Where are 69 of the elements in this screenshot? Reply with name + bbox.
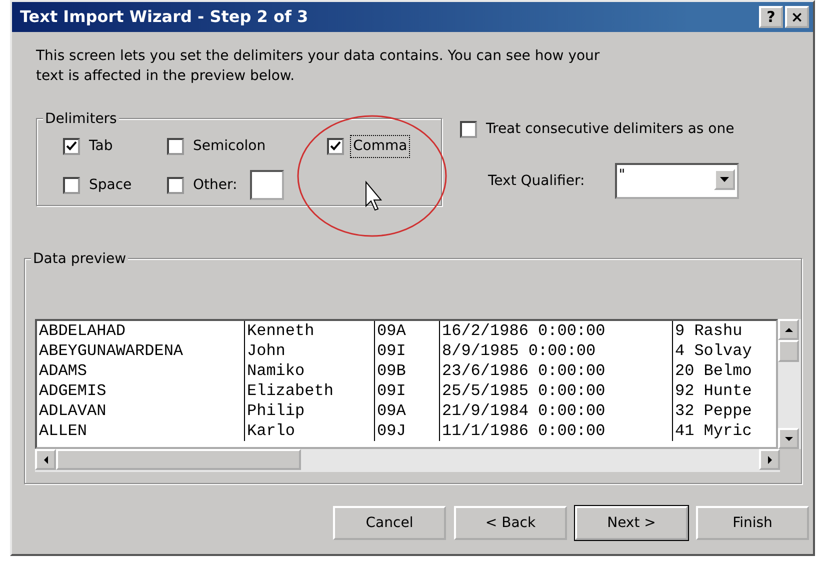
preview-cell: 11/1/1986 0:00:00: [440, 421, 673, 441]
option-label: Treat consecutive delimiters as one: [485, 120, 736, 139]
option-label: Comma: [350, 135, 410, 158]
vertical-scrollbar[interactable]: [778, 319, 801, 449]
preview-cell: 25/5/1985 0:00:00: [440, 381, 673, 401]
preview-cell: Namiko: [245, 361, 375, 381]
checkbox[interactable]: [63, 176, 80, 194]
checkbox[interactable]: [167, 176, 184, 194]
field-label: Text Qualifier:: [488, 172, 585, 190]
preview-cell: ALLEN: [37, 421, 245, 441]
preview-cell: 8/9/1985 0:00:00: [440, 341, 673, 361]
preview-cell-text: 9 Rashu: [674, 321, 744, 341]
preview-cell-text: 41 Myric: [674, 421, 753, 441]
preview-cell: Kenneth: [245, 321, 375, 341]
scroll-up-button[interactable]: [778, 319, 800, 340]
preview-cell: Karlo: [245, 421, 375, 441]
text-qualifier-dropdown[interactable]: ": [614, 163, 739, 199]
arrow-icon: [784, 434, 793, 442]
close-button[interactable]: ×: [785, 6, 809, 28]
preview-cell: 09I: [375, 341, 440, 361]
preview-cell: ABEYGUNAWARDENA: [37, 341, 245, 361]
preview-cell: 09J: [375, 421, 440, 441]
preview-cell-text: 4 Solvay: [674, 341, 753, 361]
preview-cell: ADAMS: [37, 361, 245, 381]
scroll-right-button[interactable]: [759, 449, 780, 470]
dropdown-value: ": [618, 166, 626, 185]
preview-cell-text: 32 Peppe: [674, 401, 753, 421]
window-title: Text Import Wizard - Step 2 of 3: [20, 6, 310, 28]
preview-cell-text: 20 Belmo: [674, 361, 753, 381]
preview-cell-text: 92 Hunte: [674, 381, 753, 401]
dropdown-button[interactable]: [714, 169, 735, 190]
checkbox[interactable]: [327, 138, 344, 155]
intro-text: This screen lets you set the delimiters your data contains. You can see how your text is affected in the preview below.: [36, 47, 601, 86]
preview-cell: 09A: [375, 321, 440, 341]
scroll-down-button[interactable]: [778, 428, 800, 449]
wizard-button[interactable]: Cancel: [333, 506, 446, 540]
wizard-button[interactable]: < Back: [454, 506, 567, 540]
preview-cell: 09I: [375, 381, 440, 401]
wizard-button[interactable]: Next >: [575, 506, 688, 540]
other-field[interactable]: [250, 170, 284, 200]
caret-icon: [720, 177, 729, 182]
preview-cell: Elizabeth: [245, 381, 375, 401]
preview-cell: 21/9/1984 0:00:00: [440, 401, 673, 421]
preview-cell: Philip: [245, 401, 375, 421]
wizard-button[interactable]: Finish: [696, 506, 809, 540]
preview-cell: ABDELAHAD: [37, 321, 245, 341]
help-button[interactable]: ?: [759, 6, 783, 28]
option-label: Space: [88, 176, 133, 194]
arrow-icon: [42, 456, 50, 464]
scroll-thumb[interactable]: [778, 340, 800, 362]
option-label: Semicolon: [192, 137, 267, 156]
option-label: Tab: [88, 137, 114, 156]
scroll-left-button[interactable]: [35, 449, 56, 470]
scroll-thumb[interactable]: [56, 449, 301, 470]
checkbox[interactable]: [460, 121, 477, 138]
option-label: Other:: [192, 176, 238, 194]
checkbox[interactable]: [63, 138, 80, 155]
checkbox[interactable]: [167, 138, 184, 155]
preview-cell: ADGEMIS: [37, 381, 245, 401]
horizontal-scrollbar[interactable]: [35, 449, 780, 472]
arrow-icon: [766, 456, 774, 464]
preview-cell: 09A: [375, 401, 440, 421]
arrow-icon: [784, 326, 793, 334]
preview-cell: ADLAVAN: [37, 401, 245, 421]
preview-cell: John: [245, 341, 375, 361]
preview-cell: 09B: [375, 361, 440, 381]
preview-cell: 23/6/1986 0:00:00: [440, 361, 673, 381]
cursor-icon: [366, 180, 382, 211]
preview-cell: 16/2/1986 0:00:00: [440, 321, 673, 341]
